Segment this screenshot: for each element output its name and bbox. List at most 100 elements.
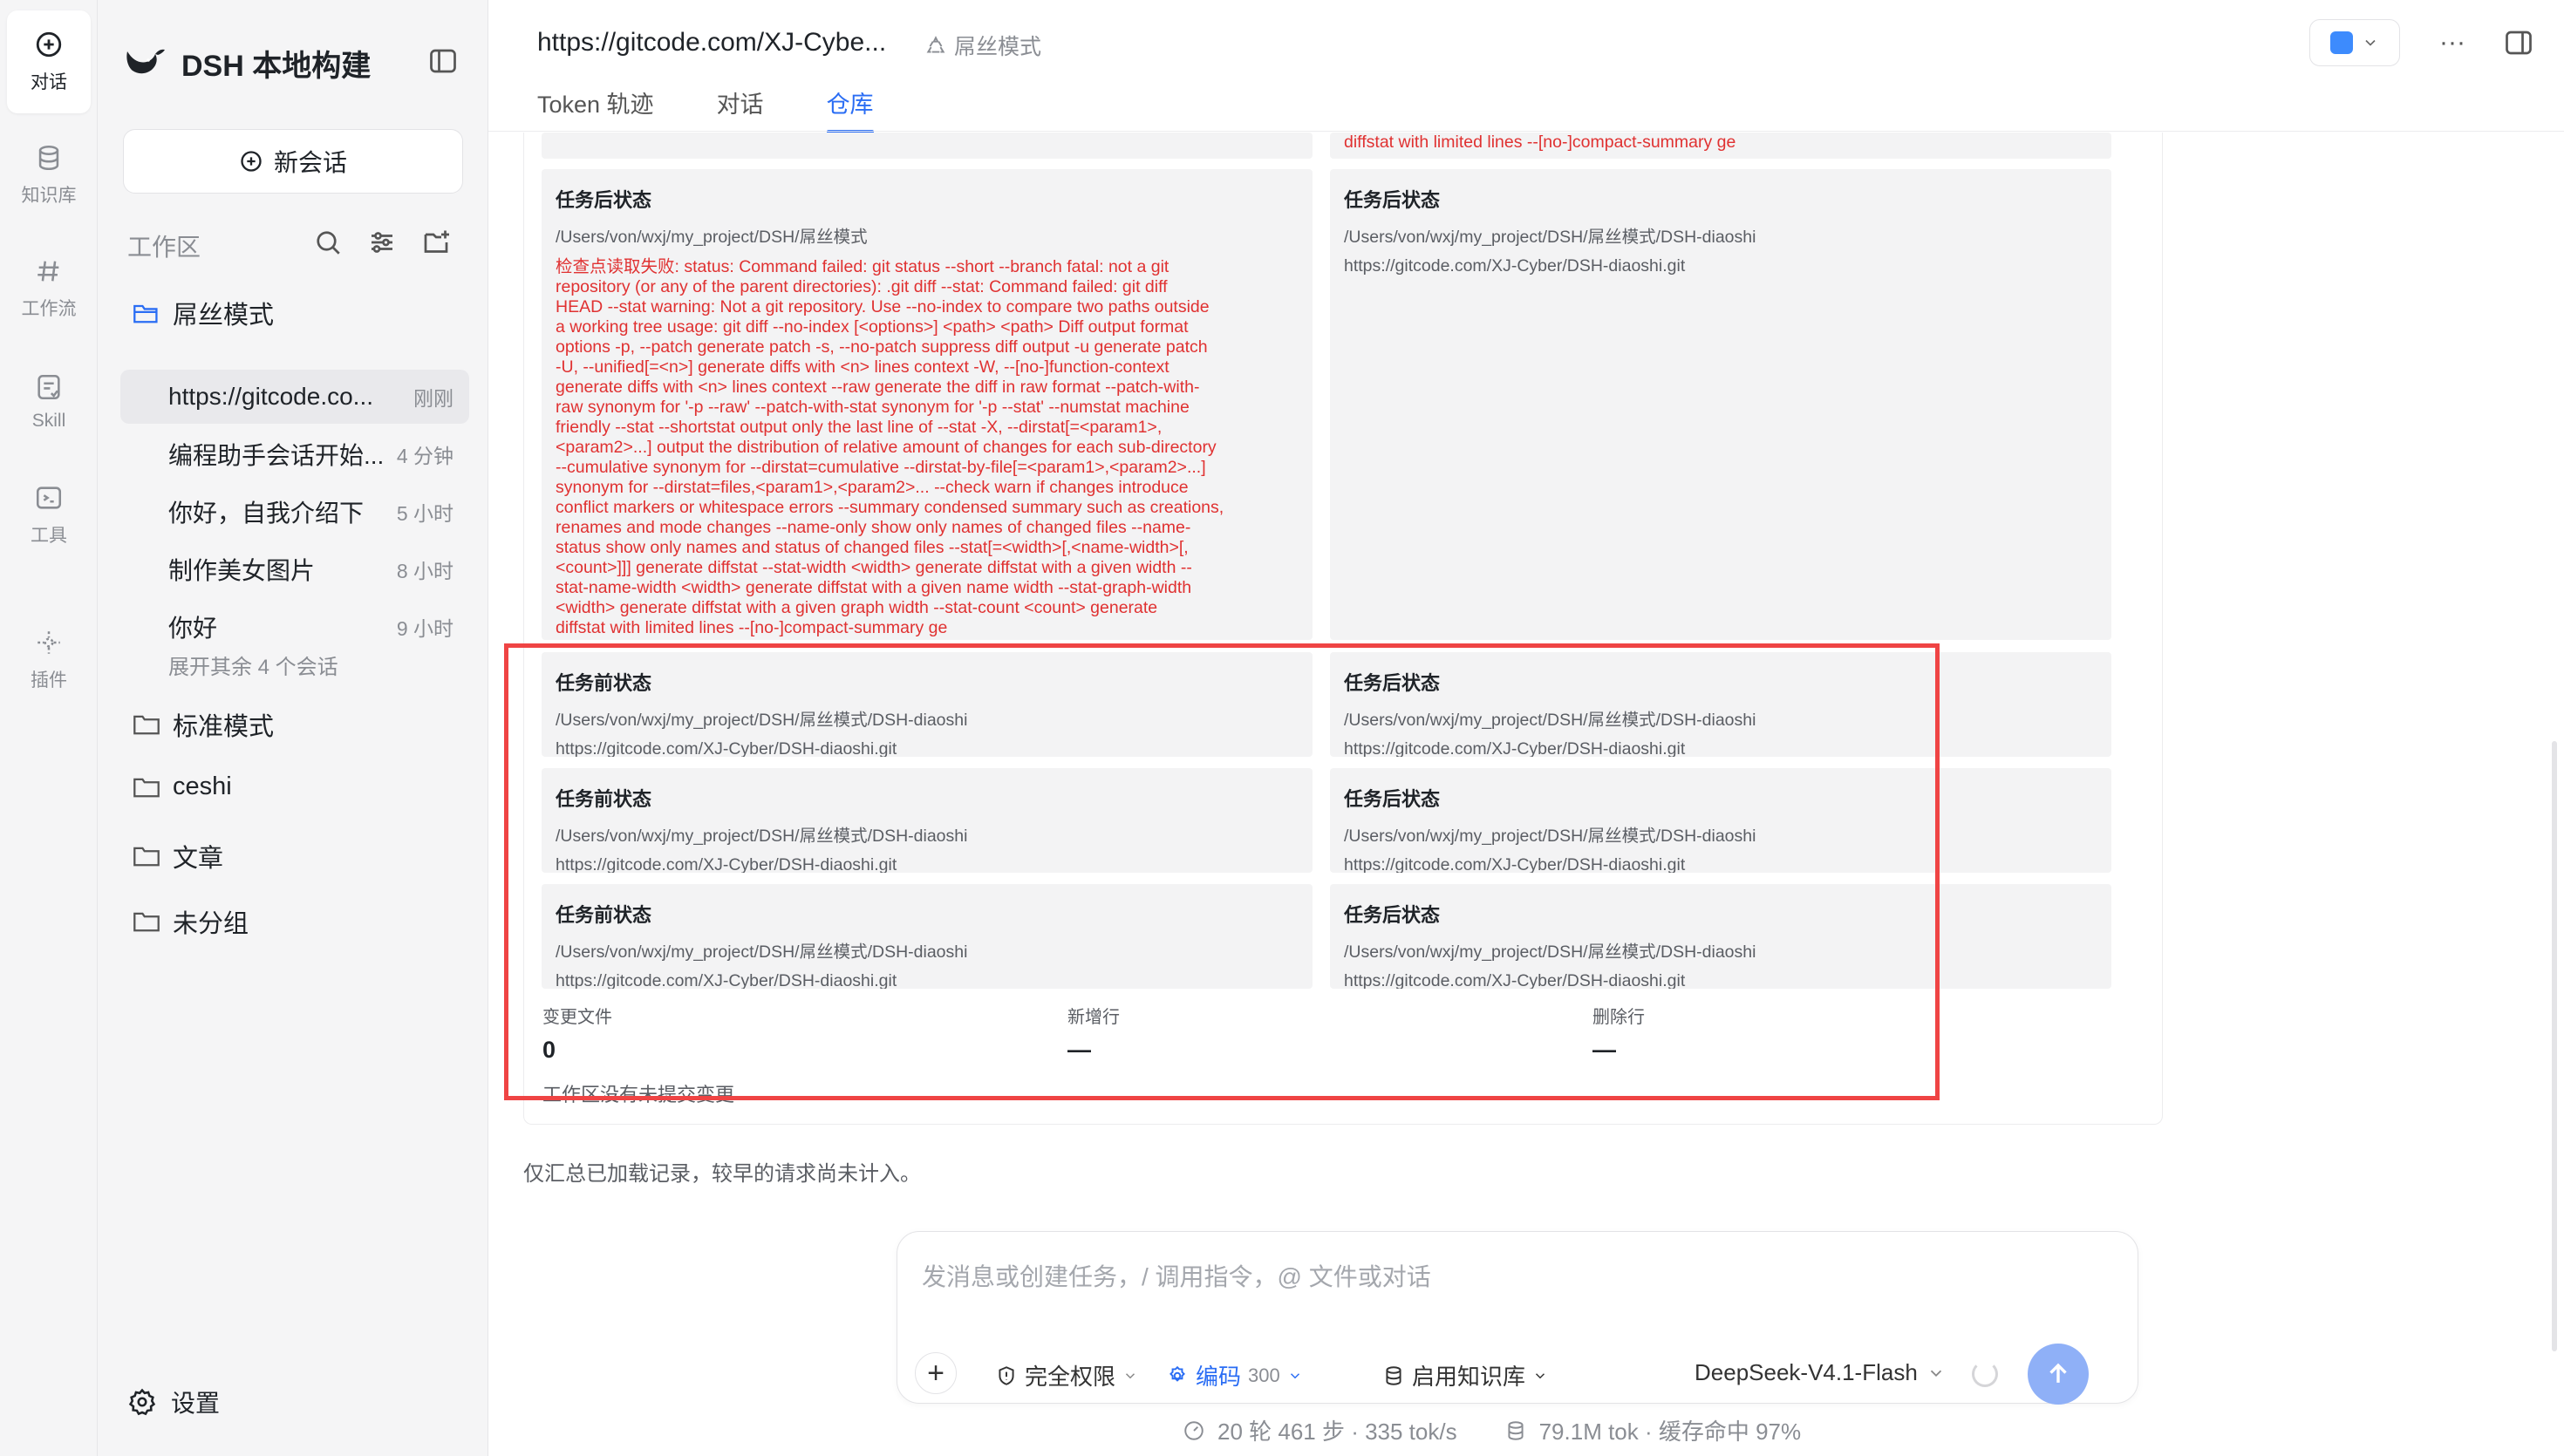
whale-logo-icon [126, 49, 165, 73]
card-path: /Users/von/wxj/my_project/DSH/屌丝模式/DSH-d… [1344, 228, 1756, 247]
attach-button[interactable]: + [915, 1352, 957, 1394]
folder-icon [133, 847, 160, 867]
error-line: renames and mode changes --name-only sho… [556, 518, 1191, 537]
filter-icon[interactable] [366, 227, 398, 258]
conversation-title: https://gitcode.co... [168, 383, 374, 410]
arrow-up-icon [2049, 1363, 2067, 1383]
permission-selector[interactable]: 完全权限 [995, 1359, 1138, 1391]
new-chat-button[interactable]: 新会话 [123, 129, 463, 194]
card-path: /Users/von/wxj/my_project/DSH/屌丝模式 [556, 228, 868, 247]
chevron-down-icon [1930, 1370, 1941, 1377]
folder-ceshi[interactable]: ceshi [133, 772, 232, 801]
right-panel-toggle-icon[interactable] [2503, 27, 2534, 58]
folder-standard-mode[interactable]: 标准模式 [133, 706, 274, 743]
composer-toolbar: + 完全权限 编码 300 启用知识库 DeepSeek-V4.1-Flash [897, 1344, 2138, 1405]
rail-item-skill[interactable]: Skill [7, 350, 91, 453]
tab-token-trace[interactable]: Token 轨迹 [537, 85, 654, 133]
card-partial-right: diffstat with limited lines --[no-]compa… [1330, 133, 2111, 159]
folder-ungrouped[interactable]: 未分组 [133, 903, 249, 940]
code-count: 300 [1248, 1364, 1280, 1386]
error-line: raw synonym for '-p --raw' --patch-with-… [556, 398, 1190, 417]
send-button[interactable] [2028, 1344, 2089, 1405]
error-line: -U, --unified[=<n>] generate diffs with … [556, 357, 1169, 377]
message-input[interactable]: 发消息或创建任务，/ 调用指令，@ 文件或对话 [922, 1258, 1431, 1293]
rail-item-knowledge[interactable]: 知识库 [7, 124, 91, 227]
rail-item-plugins[interactable]: 插件 [7, 609, 91, 711]
message-composer[interactable]: 发消息或创建任务，/ 调用指令，@ 文件或对话 + 完全权限 编码 300 启用… [897, 1231, 2138, 1405]
conversation-time: 9 小时 [396, 617, 453, 640]
model-selector[interactable]: DeepSeek-V4.1-Flash [1695, 1359, 1946, 1386]
folder-diaosi-mode[interactable]: 屌丝模式 [133, 295, 274, 331]
model-picker-button[interactable] [2309, 19, 2400, 66]
recycle-icon [926, 36, 945, 53]
shield-icon [999, 1365, 1014, 1385]
folder-icon [133, 778, 160, 797]
error-line: a working tree usage: git diff --no-inde… [556, 317, 1189, 337]
card-title: 任务后状态 [556, 189, 652, 211]
search-icon[interactable] [312, 227, 344, 258]
conversation-time: 4 分钟 [396, 445, 453, 467]
error-line: status show only names and status of cha… [556, 538, 1189, 557]
rail-item-chat[interactable]: 对话 [7, 10, 91, 113]
card-url: https://gitcode.com/XJ-Cyber/DSH-diaoshi… [1344, 256, 1686, 276]
chevron-down-icon [1535, 1372, 1545, 1378]
more-icon[interactable]: ··· [2435, 25, 2470, 60]
conversation-title: 你好，自我介绍下 [168, 500, 365, 527]
conversation-item[interactable]: https://gitcode.co... 刚刚 [120, 370, 469, 424]
error-line: <width> generate diffstat with a given g… [556, 598, 1158, 617]
token-stat: 79.1M tok · 缓存命中 97% [1538, 1419, 1802, 1445]
error-line: HEAD --stat warning: Not a git repositor… [556, 297, 1210, 316]
database-icon [1386, 1365, 1401, 1385]
conversation-item[interactable]: 你好 9 小时 [120, 600, 469, 654]
mode-label: 屌丝模式 [954, 35, 1042, 59]
settings-button[interactable]: 设置 [127, 1385, 220, 1419]
error-line: stat-name-width <width> generate diffsta… [556, 578, 1192, 597]
knowledge-selector[interactable]: 启用知识库 [1382, 1359, 1548, 1391]
rail-label-skill: Skill [31, 411, 66, 431]
code-gear-icon [1169, 1365, 1185, 1382]
code-mode-selector[interactable]: 编码 300 [1166, 1359, 1303, 1391]
tab-chat[interactable]: 对话 [717, 85, 764, 133]
folder-label: 文章 [173, 845, 224, 873]
error-line: 检查点读取失败: status: Command failed: git sta… [556, 257, 1169, 276]
rail-label-tools: 工具 [31, 526, 67, 546]
database-icon [1508, 1420, 1524, 1440]
folder-label: 未分组 [173, 910, 249, 938]
rail-item-tools[interactable]: 工具 [7, 464, 91, 567]
tab-repository[interactable]: 仓库 [826, 85, 874, 133]
conversation-item[interactable]: 制作美女图片 8 小时 [120, 542, 469, 596]
folder-label: 标准模式 [173, 713, 275, 741]
status-bar: 20 轮 461 步 · 335 tok/s 79.1M tok · 缓存命中 … [1183, 1414, 1801, 1446]
error-text: diffstat with limited lines --[no-]compa… [1344, 133, 1736, 152]
conversation-item[interactable]: 你好，自我介绍下 5 小时 [120, 485, 469, 539]
chevron-down-icon [1125, 1372, 1135, 1378]
plus-circle-icon [241, 151, 262, 172]
rail-item-workflow[interactable]: 工作流 [7, 237, 91, 340]
permission-label: 完全权限 [1025, 1364, 1116, 1390]
chevron-down-icon [1290, 1372, 1299, 1378]
new-folder-icon[interactable] [420, 227, 452, 258]
new-chat-label: 新会话 [273, 149, 347, 176]
model-logo-icon [2330, 31, 2353, 54]
error-line: generate diffs with <n> lines context --… [556, 378, 1200, 397]
folder-label: ceshi [173, 772, 232, 800]
error-line: friendly --stat --shortstat output only … [556, 418, 1163, 437]
error-line: --cumulative synonym for --dirstat=cumul… [556, 458, 1206, 477]
state-card-after: 任务后状态 /Users/von/wxj/my_project/DSH/屌丝模式… [1330, 169, 2111, 640]
rail-label-chat: 对话 [31, 72, 67, 92]
error-block: 检查点读取失败: status: Command failed: git sta… [556, 257, 1299, 638]
skill-icon [38, 374, 60, 400]
code-mode-label: 编码 [1196, 1364, 1242, 1390]
nav-rail: 对话 知识库 工作流 Skill 工具 插件 [0, 0, 98, 1456]
scrollbar-thumb[interactable] [2552, 741, 2557, 1351]
conversation-item[interactable]: 编程助手会话开始... 4 分钟 [120, 427, 469, 481]
expand-more-link[interactable]: 展开其余 4 个会话 [168, 650, 338, 680]
folder-articles[interactable]: 文章 [133, 838, 223, 874]
tab-bar: Token 轨迹 对话 仓库 [537, 85, 874, 133]
error-line: <count>]]] generate diffstat --stat-widt… [556, 558, 1192, 577]
sidebar-toggle-icon[interactable] [427, 45, 459, 77]
hash-icon [38, 261, 59, 282]
card-partial-left [542, 133, 1313, 159]
conversation-title: 编程助手会话开始... [168, 442, 385, 469]
folder-open-icon [133, 304, 158, 323]
